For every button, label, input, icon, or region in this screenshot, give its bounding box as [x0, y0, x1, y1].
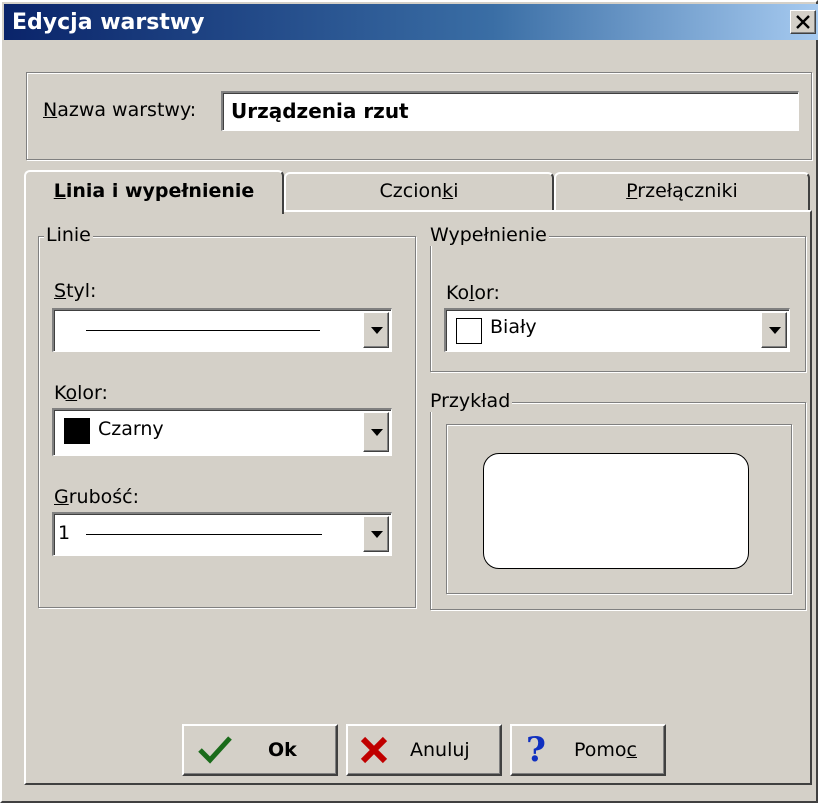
question-icon: ?	[526, 730, 546, 770]
line-style-preview	[86, 330, 320, 331]
fill-color-value: Biały	[490, 316, 537, 338]
tab-switches[interactable]: Przełączniki	[554, 172, 810, 210]
fill-color-select[interactable]: Biały	[444, 308, 790, 352]
layer-name-input[interactable]: Urządzenia rzut	[221, 91, 799, 131]
cancel-button[interactable]: Anuluj	[346, 724, 502, 776]
line-width-value: 1	[58, 522, 71, 544]
help-label: Pomoc	[574, 739, 637, 761]
title-bar[interactable]: Edycja warstwy	[4, 4, 818, 40]
fill-color-swatch	[456, 318, 482, 344]
line-width-label: Grubość:	[54, 486, 140, 508]
line-width-preview	[86, 534, 322, 535]
chevron-down-icon	[769, 327, 781, 334]
tab-switches-label: Przełączniki	[626, 180, 738, 202]
ok-button[interactable]: Ok	[182, 724, 338, 776]
line-style-select[interactable]	[52, 308, 392, 352]
line-color-select[interactable]: Czarny	[52, 408, 392, 456]
preview-frame	[446, 424, 792, 594]
cancel-label: Anuluj	[410, 739, 470, 761]
dialog-title: Edycja warstwy	[12, 10, 205, 35]
fill-group-title: Wypełnienie	[428, 224, 549, 246]
line-color-label: Kolor:	[54, 382, 108, 404]
tab-fonts-label: Czcionki	[379, 180, 459, 202]
ok-label: Ok	[268, 739, 297, 761]
layer-name-value: Urządzenia rzut	[231, 99, 409, 123]
layer-edit-dialog: Edycja warstwy Nazwa warstwy: Urządzenia…	[0, 0, 818, 803]
style-label: Styl:	[54, 280, 97, 302]
chevron-down-icon	[371, 531, 383, 538]
x-icon	[360, 736, 388, 764]
chevron-down-icon	[371, 429, 383, 436]
close-icon	[796, 15, 810, 29]
line-width-dropdown-button[interactable]	[363, 516, 389, 552]
preview-shape	[483, 453, 749, 569]
name-group: Nazwa warstwy: Urządzenia rzut	[26, 72, 812, 160]
line-style-dropdown-button[interactable]	[363, 312, 389, 348]
lines-group-title: Linie	[44, 224, 93, 246]
fill-color-label: Kolor:	[446, 282, 500, 304]
line-color-dropdown-button[interactable]	[363, 412, 389, 452]
close-button[interactable]	[790, 10, 816, 34]
tab-line-fill[interactable]: Linia i wypełnienie	[24, 170, 284, 214]
fill-color-dropdown-button[interactable]	[761, 312, 787, 348]
tab-line-fill-label: Linia i wypełnienie	[53, 180, 255, 202]
line-width-select[interactable]: 1	[52, 512, 392, 556]
chevron-down-icon	[371, 327, 383, 334]
line-color-swatch	[64, 418, 90, 444]
line-color-value: Czarny	[98, 418, 164, 440]
tab-panel-line-fill: Linie Styl: Kolor: Czarny Grubość: 1 Wyp…	[24, 210, 812, 785]
preview-group-title: Przykład	[428, 390, 513, 412]
name-label: Nazwa warstwy:	[43, 99, 197, 121]
help-button[interactable]: ? Pomoc	[510, 724, 666, 776]
checkmark-icon	[198, 736, 232, 764]
tab-fonts[interactable]: Czcionki	[284, 172, 554, 210]
